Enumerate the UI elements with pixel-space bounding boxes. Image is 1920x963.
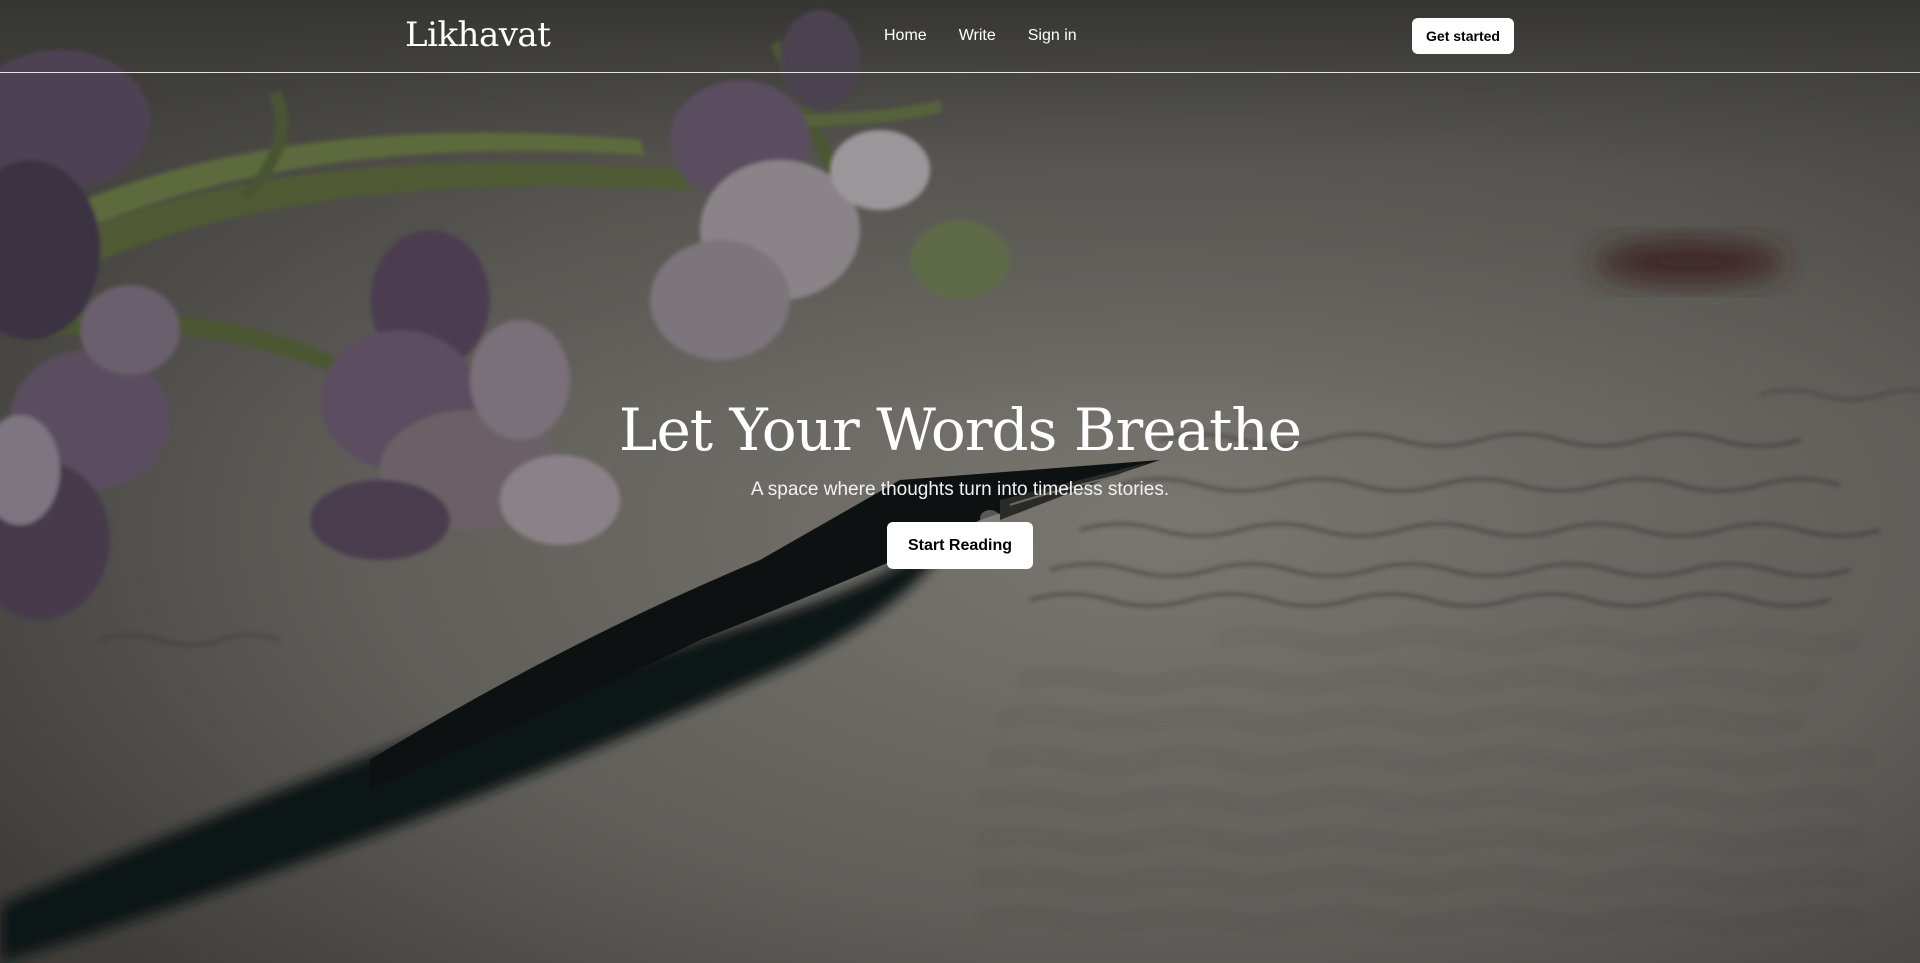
hero-title: Let Your Words Breathe xyxy=(618,396,1302,464)
navbar: Likhavat Home Write Sign in Get started xyxy=(0,0,1920,73)
nav-link-sign-in[interactable]: Sign in xyxy=(1028,24,1077,48)
start-reading-button[interactable]: Start Reading xyxy=(887,522,1033,569)
nav-links: Home Write Sign in xyxy=(884,24,1109,48)
hero-subtitle: A space where thoughts turn into timeles… xyxy=(750,479,1170,500)
get-started-button[interactable]: Get started xyxy=(1412,18,1514,54)
hero-section: Likhavat Home Write Sign in Get started … xyxy=(0,0,1920,963)
site-logo[interactable]: Likhavat xyxy=(405,12,551,58)
nav-link-write[interactable]: Write xyxy=(959,24,996,48)
nav-link-home[interactable]: Home xyxy=(884,24,927,48)
hero-content: Let Your Words Breathe A space where tho… xyxy=(0,390,1920,569)
